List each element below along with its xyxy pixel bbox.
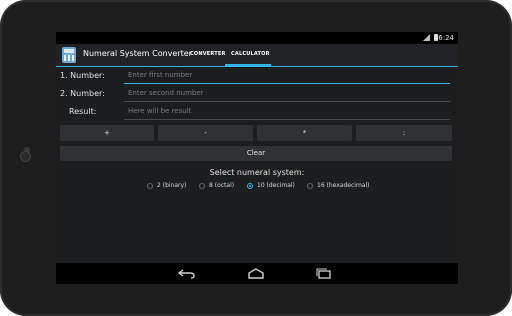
number2-label: 2. Number: bbox=[60, 89, 105, 98]
result-field: Here will be result bbox=[124, 106, 450, 120]
radio-label: 10 (decimal) bbox=[257, 182, 295, 189]
app-screen: 16:24 Numeral System Converter CONVERTER… bbox=[56, 32, 458, 284]
recents-icon[interactable] bbox=[315, 268, 333, 279]
subtract-button[interactable]: - bbox=[158, 125, 253, 141]
app-title: Numeral System Converter bbox=[83, 49, 192, 58]
tab-calculator[interactable]: CALCULATOR bbox=[231, 51, 270, 57]
radio-button-icon bbox=[147, 183, 153, 189]
tablet-frame: 16:24 Numeral System Converter CONVERTER… bbox=[0, 0, 512, 316]
status-time: 16:24 bbox=[433, 34, 454, 42]
number1-input[interactable]: Enter first number bbox=[124, 70, 450, 84]
home-icon[interactable] bbox=[247, 268, 265, 279]
result-label: Result: bbox=[69, 107, 97, 116]
number2-placeholder: Enter second number bbox=[128, 89, 204, 97]
number1-placeholder: Enter first number bbox=[128, 71, 193, 79]
radio-label: 2 (binary) bbox=[157, 182, 187, 189]
radio-button-icon bbox=[307, 183, 313, 189]
radio-button-checked-icon bbox=[247, 183, 253, 189]
radio-label: 8 (octal) bbox=[209, 182, 235, 189]
status-bar: 16:24 bbox=[56, 32, 458, 44]
calculator-app-icon bbox=[62, 47, 76, 63]
selected-tab-indicator bbox=[225, 64, 271, 66]
numeral-system-title: Select numeral system: bbox=[209, 168, 305, 177]
signal-icon bbox=[423, 34, 430, 41]
back-icon[interactable] bbox=[178, 268, 196, 279]
add-button[interactable]: + bbox=[60, 125, 154, 141]
clear-button[interactable]: Clear bbox=[60, 146, 452, 161]
divide-button[interactable]: : bbox=[356, 125, 452, 141]
navigation-bar bbox=[56, 263, 458, 284]
number2-input[interactable]: Enter second number bbox=[124, 88, 450, 102]
action-bar: Numeral System Converter CONVERTER CALCU… bbox=[56, 44, 458, 67]
tab-converter[interactable]: CONVERTER bbox=[190, 51, 226, 57]
number1-label: 1. Number: bbox=[60, 71, 105, 80]
radio-label: 16 (hexadecimal) bbox=[317, 182, 370, 189]
front-camera bbox=[21, 152, 30, 161]
result-placeholder: Here will be result bbox=[128, 107, 192, 115]
multiply-button[interactable]: * bbox=[257, 125, 352, 141]
radio-button-icon bbox=[199, 183, 205, 189]
